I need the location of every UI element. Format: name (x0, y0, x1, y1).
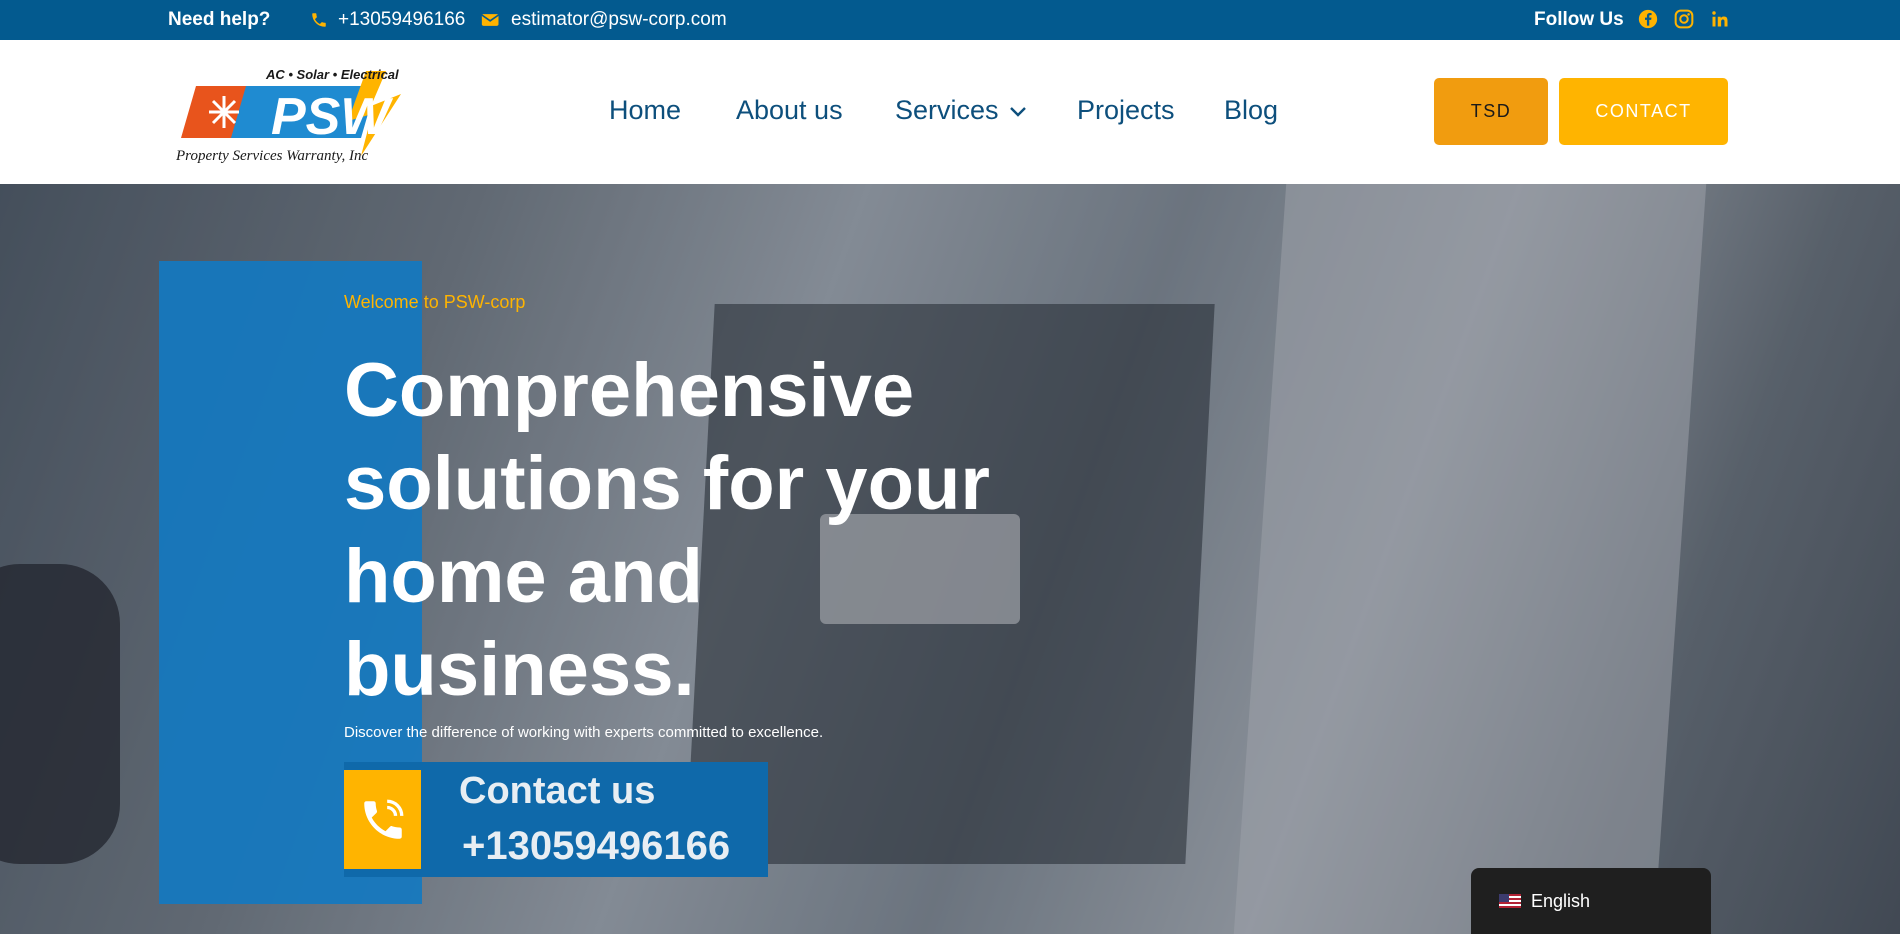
cta-phone-number: +13059496166 (462, 824, 731, 868)
top-bar: Need help? +13059496166 estimator@psw-co… (0, 0, 1900, 40)
topbar-phone-text: +13059496166 (338, 9, 466, 30)
chevron-down-icon (1009, 106, 1026, 117)
topbar-email-text: estimator@psw-corp.com (511, 9, 727, 30)
hero-subtitle: Discover the difference of working with … (344, 724, 824, 741)
contact-button[interactable]: CONTACT (1559, 78, 1728, 145)
language-label: English (1531, 890, 1591, 911)
nav-projects-label: Projects (1077, 95, 1175, 125)
hero-welcome-text: Welcome to PSW-corp (344, 292, 526, 312)
hero-headline-line: solutions for your (344, 441, 990, 526)
language-selector[interactable]: English (1471, 868, 1711, 934)
psw-logo[interactable]: AC • Solar • Electrical PSW Property Ser… (175, 66, 412, 166)
nav-services-label: Services (895, 95, 999, 125)
logo-brand: PSW (271, 88, 393, 146)
contact-button-label: CONTACT (1595, 101, 1692, 121)
follow-us-label: Follow Us (1534, 9, 1624, 30)
hero-headline: Comprehensive solutions for your home an… (344, 344, 1044, 716)
hero-section: Welcome to PSW-corp Comprehensive soluti… (0, 184, 1900, 934)
hero-headline-line: business. (344, 627, 695, 712)
nav-blog[interactable]: Blog (1224, 95, 1278, 126)
topbar-phone-link[interactable]: +13059496166 (310, 9, 465, 31)
phone-call-icon (344, 770, 421, 869)
logo-tagline-top: AC • Solar • Electrical (265, 67, 399, 82)
hero-headline-line: home and (344, 534, 703, 619)
nav-home-label: Home (609, 95, 682, 125)
site-header: AC • Solar • Electrical PSW Property Ser… (0, 40, 1900, 184)
instagram-icon[interactable] (1674, 9, 1694, 29)
nav-blog-label: Blog (1224, 95, 1279, 125)
phone-icon (312, 13, 326, 27)
logo-tagline-bottom: Property Services Warranty, Inc (176, 148, 369, 164)
nav-about-label: About us (736, 95, 843, 125)
need-help-label: Need help? (168, 9, 271, 30)
hero-headline-line: Comprehensive (344, 348, 915, 433)
topbar-email-link[interactable]: estimator@psw-corp.com (481, 9, 727, 31)
nav-home[interactable]: Home (609, 95, 681, 126)
nav-projects[interactable]: Projects (1077, 95, 1175, 126)
nav-services[interactable]: Services (895, 95, 1027, 126)
facebook-icon[interactable] (1638, 9, 1658, 29)
us-flag-icon (1499, 894, 1521, 908)
nav-about-us[interactable]: About us (736, 95, 843, 126)
tsd-button[interactable]: TSD (1434, 78, 1548, 145)
cta-label: Contact us (459, 770, 656, 812)
linkedin-icon[interactable] (1710, 9, 1730, 29)
contact-us-cta[interactable]: Contact us +13059496166 (344, 762, 768, 877)
tsd-button-label: TSD (1470, 101, 1512, 121)
email-icon (481, 14, 499, 26)
